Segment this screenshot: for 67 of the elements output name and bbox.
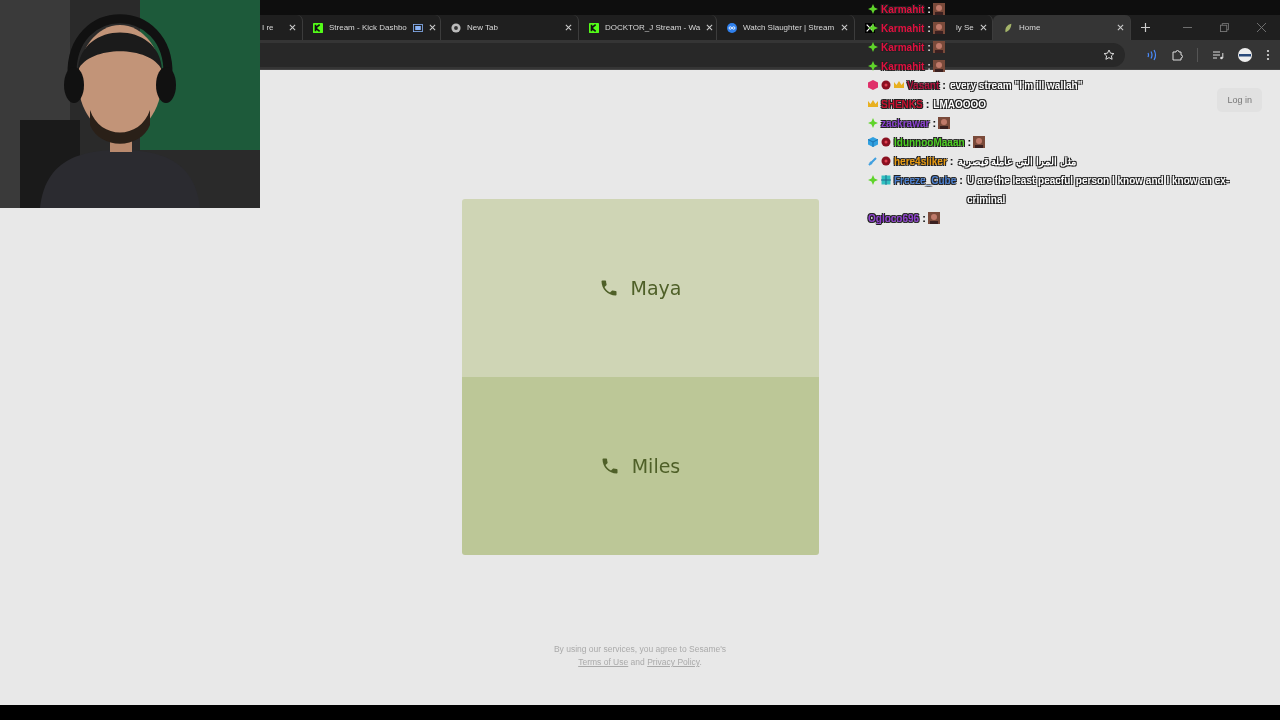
close-icon[interactable] xyxy=(428,24,436,31)
message-text: LMAOOOO xyxy=(933,98,987,112)
colon-separator: : xyxy=(922,211,926,226)
globe-icon xyxy=(451,22,461,33)
diamond-badge-icon xyxy=(868,118,878,128)
crown-badge-icon xyxy=(868,99,878,109)
star-icon[interactable] xyxy=(1103,48,1115,61)
gem-badge-icon xyxy=(868,80,878,90)
crown-badge-icon xyxy=(894,80,904,90)
chat-username: here4sliker xyxy=(894,155,947,169)
chat-username: Karmahit xyxy=(881,3,925,17)
colon-separator: : xyxy=(967,135,972,150)
close-icon[interactable] xyxy=(706,24,714,31)
tab-title: DOCKTOR_J Stream - Wa xyxy=(605,23,701,32)
leaf-icon xyxy=(1003,22,1013,33)
browser-tab[interactable]: Home xyxy=(993,15,1131,40)
chat-username: IdunnooMaaan xyxy=(894,136,965,150)
chat-username: Karmahit xyxy=(881,22,925,36)
close-icon[interactable] xyxy=(289,24,296,31)
chat-username: Freeze_Cube xyxy=(894,174,957,188)
message-text: every stream "I'm ill wallah" xyxy=(949,79,1083,94)
avatar-icon[interactable] xyxy=(1238,47,1252,62)
new-tab-icon[interactable] xyxy=(1141,23,1150,32)
message-text: مثل المرا التي عاملة قيصرية xyxy=(957,155,1076,171)
puzzle-icon[interactable] xyxy=(1171,48,1183,61)
colon-separator: : xyxy=(942,78,946,93)
colon-separator: : xyxy=(927,21,932,36)
sound-waves-icon[interactable] xyxy=(1145,48,1157,61)
k-logo-icon xyxy=(589,22,599,33)
close-icon[interactable] xyxy=(1117,24,1124,31)
colon-separator: : xyxy=(949,154,954,169)
colon-separator: : xyxy=(927,2,932,17)
playlist-icon[interactable] xyxy=(1212,48,1224,61)
rings-logo-icon xyxy=(727,22,737,33)
close-icon[interactable] xyxy=(565,24,572,31)
chat-username: Karmahit xyxy=(881,60,925,74)
sword-badge-icon xyxy=(868,156,878,166)
chat-username: Karmahit xyxy=(881,41,925,55)
chat-username: zackrawar xyxy=(881,117,930,131)
cube-badge-icon xyxy=(868,137,878,147)
message-text: U are the least peacful person I know and I know an ex-criminal xyxy=(966,174,1231,207)
call-card[interactable]: Miles xyxy=(461,377,819,555)
colon-separator: : xyxy=(925,97,930,112)
tab-title: New Tab xyxy=(467,23,498,32)
colon-separator: : xyxy=(932,116,937,131)
chat-username: SHENKS xyxy=(881,98,923,112)
tab-title: I re xyxy=(262,23,274,32)
chat-username: Vasant xyxy=(907,79,940,93)
k-logo-icon xyxy=(313,22,323,33)
chat-username: Ogloco696 xyxy=(868,212,920,226)
restore-icon[interactable] xyxy=(1220,23,1229,32)
tab-title: Home xyxy=(1019,23,1041,32)
tab-title: ly Se xyxy=(956,23,974,32)
login-button[interactable]: Log in xyxy=(1217,88,1262,112)
colon-separator: : xyxy=(927,59,932,74)
colon-separator: : xyxy=(927,40,932,55)
tab-title: Watch Slaughter | Stream xyxy=(743,23,835,32)
call-card[interactable]: Maya xyxy=(461,199,819,377)
close-icon[interactable] xyxy=(841,24,848,31)
screen-icon xyxy=(412,23,423,32)
close-icon[interactable] xyxy=(979,24,987,31)
diamond-badge-icon xyxy=(868,175,878,185)
gift-badge-icon xyxy=(881,175,891,185)
dot-badge-icon xyxy=(881,80,891,90)
menu-icon[interactable] xyxy=(1266,48,1270,61)
colon-separator: : xyxy=(959,173,963,188)
tab-title: Stream - Kick Dashbo xyxy=(329,23,407,32)
